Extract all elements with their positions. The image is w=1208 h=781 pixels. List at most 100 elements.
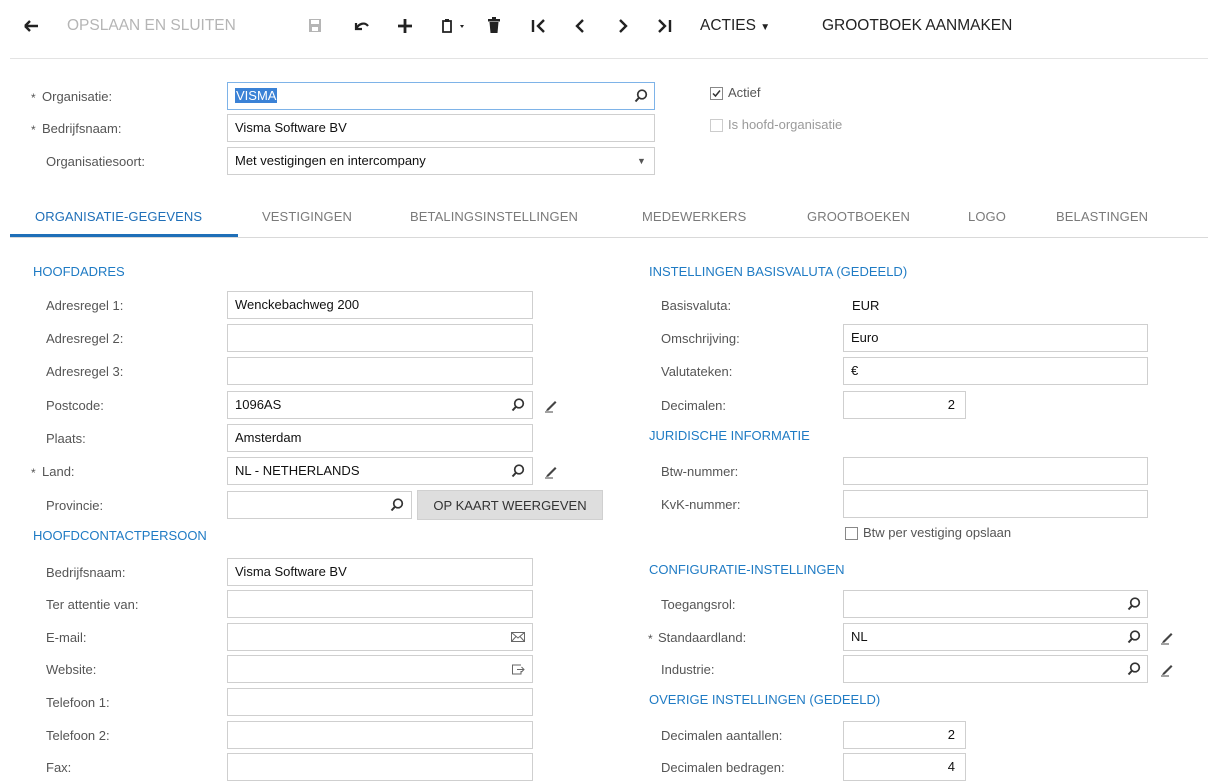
- tab-bar: ORGANISATIE-GEGEVENS VESTIGINGEN BETALIN…: [10, 196, 1208, 238]
- attention-label: Ter attentie van:: [46, 597, 139, 612]
- default-country-field[interactable]: NL: [843, 623, 1148, 651]
- email-field[interactable]: [227, 623, 533, 651]
- city-field[interactable]: Amsterdam: [227, 424, 533, 452]
- next-record-icon[interactable]: [616, 14, 630, 38]
- show-on-map-button[interactable]: OP KAART WEERGEVEN: [417, 490, 603, 520]
- actions-label: ACTIES: [700, 17, 756, 34]
- main-address-section-title: HOOFDADRES: [33, 264, 125, 279]
- address3-field[interactable]: [227, 357, 533, 385]
- tab-employees[interactable]: MEDEWERKERS: [642, 209, 746, 224]
- amount-decimals-field[interactable]: 4: [843, 753, 966, 781]
- coc-number-field[interactable]: [843, 490, 1148, 518]
- search-icon[interactable]: [510, 397, 526, 413]
- postcode-field[interactable]: 1096AS: [227, 391, 533, 419]
- decimals-field[interactable]: 2: [843, 391, 966, 419]
- address3-label: Adresregel 3:: [46, 364, 124, 379]
- tab-ledgers[interactable]: GROOTBOEKEN: [807, 209, 910, 224]
- tab-payment-settings[interactable]: BETALINGSINSTELLINGEN: [410, 209, 578, 224]
- required-marker: *: [648, 632, 653, 646]
- company-name-label: Bedrijfsnaam:: [42, 121, 122, 136]
- previous-record-icon[interactable]: [573, 14, 587, 38]
- org-type-label: Organisatiesoort:: [46, 154, 145, 169]
- search-icon[interactable]: [510, 463, 526, 479]
- envelope-icon[interactable]: [510, 629, 526, 645]
- coc-number-label: KvK-nummer:: [661, 497, 741, 512]
- default-country-label: Standaardland:: [658, 630, 747, 645]
- vat-number-field[interactable]: [843, 457, 1148, 485]
- config-section-title: CONFIGURATIE-INSTELLINGEN: [649, 562, 845, 577]
- caret-down-icon: ▼: [760, 22, 771, 33]
- back-arrow-icon[interactable]: [22, 14, 40, 38]
- province-field[interactable]: [227, 491, 412, 519]
- email-label: E-mail:: [46, 630, 87, 645]
- contact-company-field[interactable]: Visma Software BV: [227, 558, 533, 586]
- actions-menu[interactable]: ACTIES ▼: [700, 14, 770, 38]
- clipboard-icon[interactable]: [440, 14, 470, 38]
- country-field[interactable]: NL - NETHERLANDS: [227, 457, 533, 485]
- attention-field[interactable]: [227, 590, 533, 618]
- currency-symbol-field[interactable]: €: [843, 357, 1148, 385]
- active-label: Actief: [728, 85, 761, 100]
- open-link-icon[interactable]: [510, 661, 526, 677]
- search-icon[interactable]: [633, 88, 649, 104]
- plus-icon[interactable]: [396, 14, 414, 38]
- tab-branches[interactable]: VESTIGINGEN: [262, 209, 352, 224]
- caret-down-icon[interactable]: ▼: [637, 156, 646, 166]
- currency-symbol-label: Valutateken:: [661, 364, 733, 379]
- phone1-label: Telefoon 1:: [46, 695, 110, 710]
- decimals-label: Decimalen:: [661, 398, 727, 413]
- base-currency-value: EUR: [852, 298, 880, 313]
- country-label: Land:: [42, 464, 75, 479]
- search-icon[interactable]: [1126, 629, 1142, 645]
- org-type-select[interactable]: Met vestigingen en intercompany: [227, 147, 655, 175]
- base-currency-label: Basisvaluta:: [661, 298, 732, 313]
- pencil-icon[interactable]: [1159, 629, 1175, 645]
- fax-field[interactable]: [227, 753, 533, 781]
- qty-decimals-field[interactable]: 2: [843, 721, 966, 749]
- description-label: Omschrijving:: [661, 331, 740, 346]
- pencil-icon[interactable]: [543, 397, 559, 413]
- floppy-disk-icon[interactable]: [308, 14, 322, 38]
- tab-logo[interactable]: LOGO: [968, 209, 1006, 224]
- address2-field[interactable]: [227, 324, 533, 352]
- industry-field[interactable]: [843, 655, 1148, 683]
- other-settings-section-title: OVERIGE INSTELLINGEN (GEDEELD): [649, 692, 881, 707]
- undo-icon[interactable]: [352, 14, 370, 38]
- province-label: Provincie:: [46, 498, 104, 513]
- search-icon[interactable]: [1126, 661, 1142, 677]
- website-field[interactable]: [227, 655, 533, 683]
- industry-label: Industrie:: [661, 662, 715, 677]
- address1-field[interactable]: Wenckebachweg 200: [227, 291, 533, 319]
- last-record-icon[interactable]: [656, 14, 674, 38]
- vat-per-branch-label: Btw per vestiging opslaan: [863, 525, 1012, 540]
- pencil-icon[interactable]: [543, 463, 559, 479]
- organisation-field[interactable]: VISMA: [227, 82, 655, 110]
- organisation-value: VISMA: [235, 88, 278, 103]
- tab-organisation-details[interactable]: ORGANISATIE-GEGEVENS: [35, 209, 202, 224]
- pencil-icon[interactable]: [1159, 661, 1175, 677]
- city-label: Plaats:: [46, 431, 86, 446]
- is-main-org-checkbox[interactable]: [710, 119, 723, 132]
- access-role-label: Toegangsrol:: [661, 597, 736, 612]
- vat-per-branch-checkbox[interactable]: [845, 527, 858, 540]
- address1-label: Adresregel 1:: [46, 298, 124, 313]
- phone2-field[interactable]: [227, 721, 533, 749]
- search-icon[interactable]: [389, 497, 405, 513]
- trash-icon[interactable]: [487, 14, 501, 38]
- first-record-icon[interactable]: [530, 14, 548, 38]
- save-and-close-button[interactable]: OPSLAAN EN SLUITEN: [67, 14, 236, 38]
- company-name-field[interactable]: Visma Software BV: [227, 114, 655, 142]
- qty-decimals-label: Decimalen aantallen:: [661, 728, 783, 743]
- phone2-label: Telefoon 2:: [46, 728, 110, 743]
- create-ledger-button[interactable]: GROOTBOEK AANMAKEN: [822, 14, 1012, 38]
- vat-number-label: Btw-nummer:: [661, 464, 739, 479]
- tab-taxes[interactable]: BELASTINGEN: [1056, 209, 1148, 224]
- toolbar: OPSLAAN EN SLUITEN ACTIES ▼ GROOTBOEK AA…: [0, 0, 1208, 52]
- search-icon[interactable]: [1126, 596, 1142, 612]
- description-field[interactable]: Euro: [843, 324, 1148, 352]
- access-role-field[interactable]: [843, 590, 1148, 618]
- legal-section-title: JURIDISCHE INFORMATIE: [649, 428, 810, 443]
- phone1-field[interactable]: [227, 688, 533, 716]
- fax-label: Fax:: [46, 760, 72, 775]
- active-checkbox[interactable]: [710, 87, 723, 100]
